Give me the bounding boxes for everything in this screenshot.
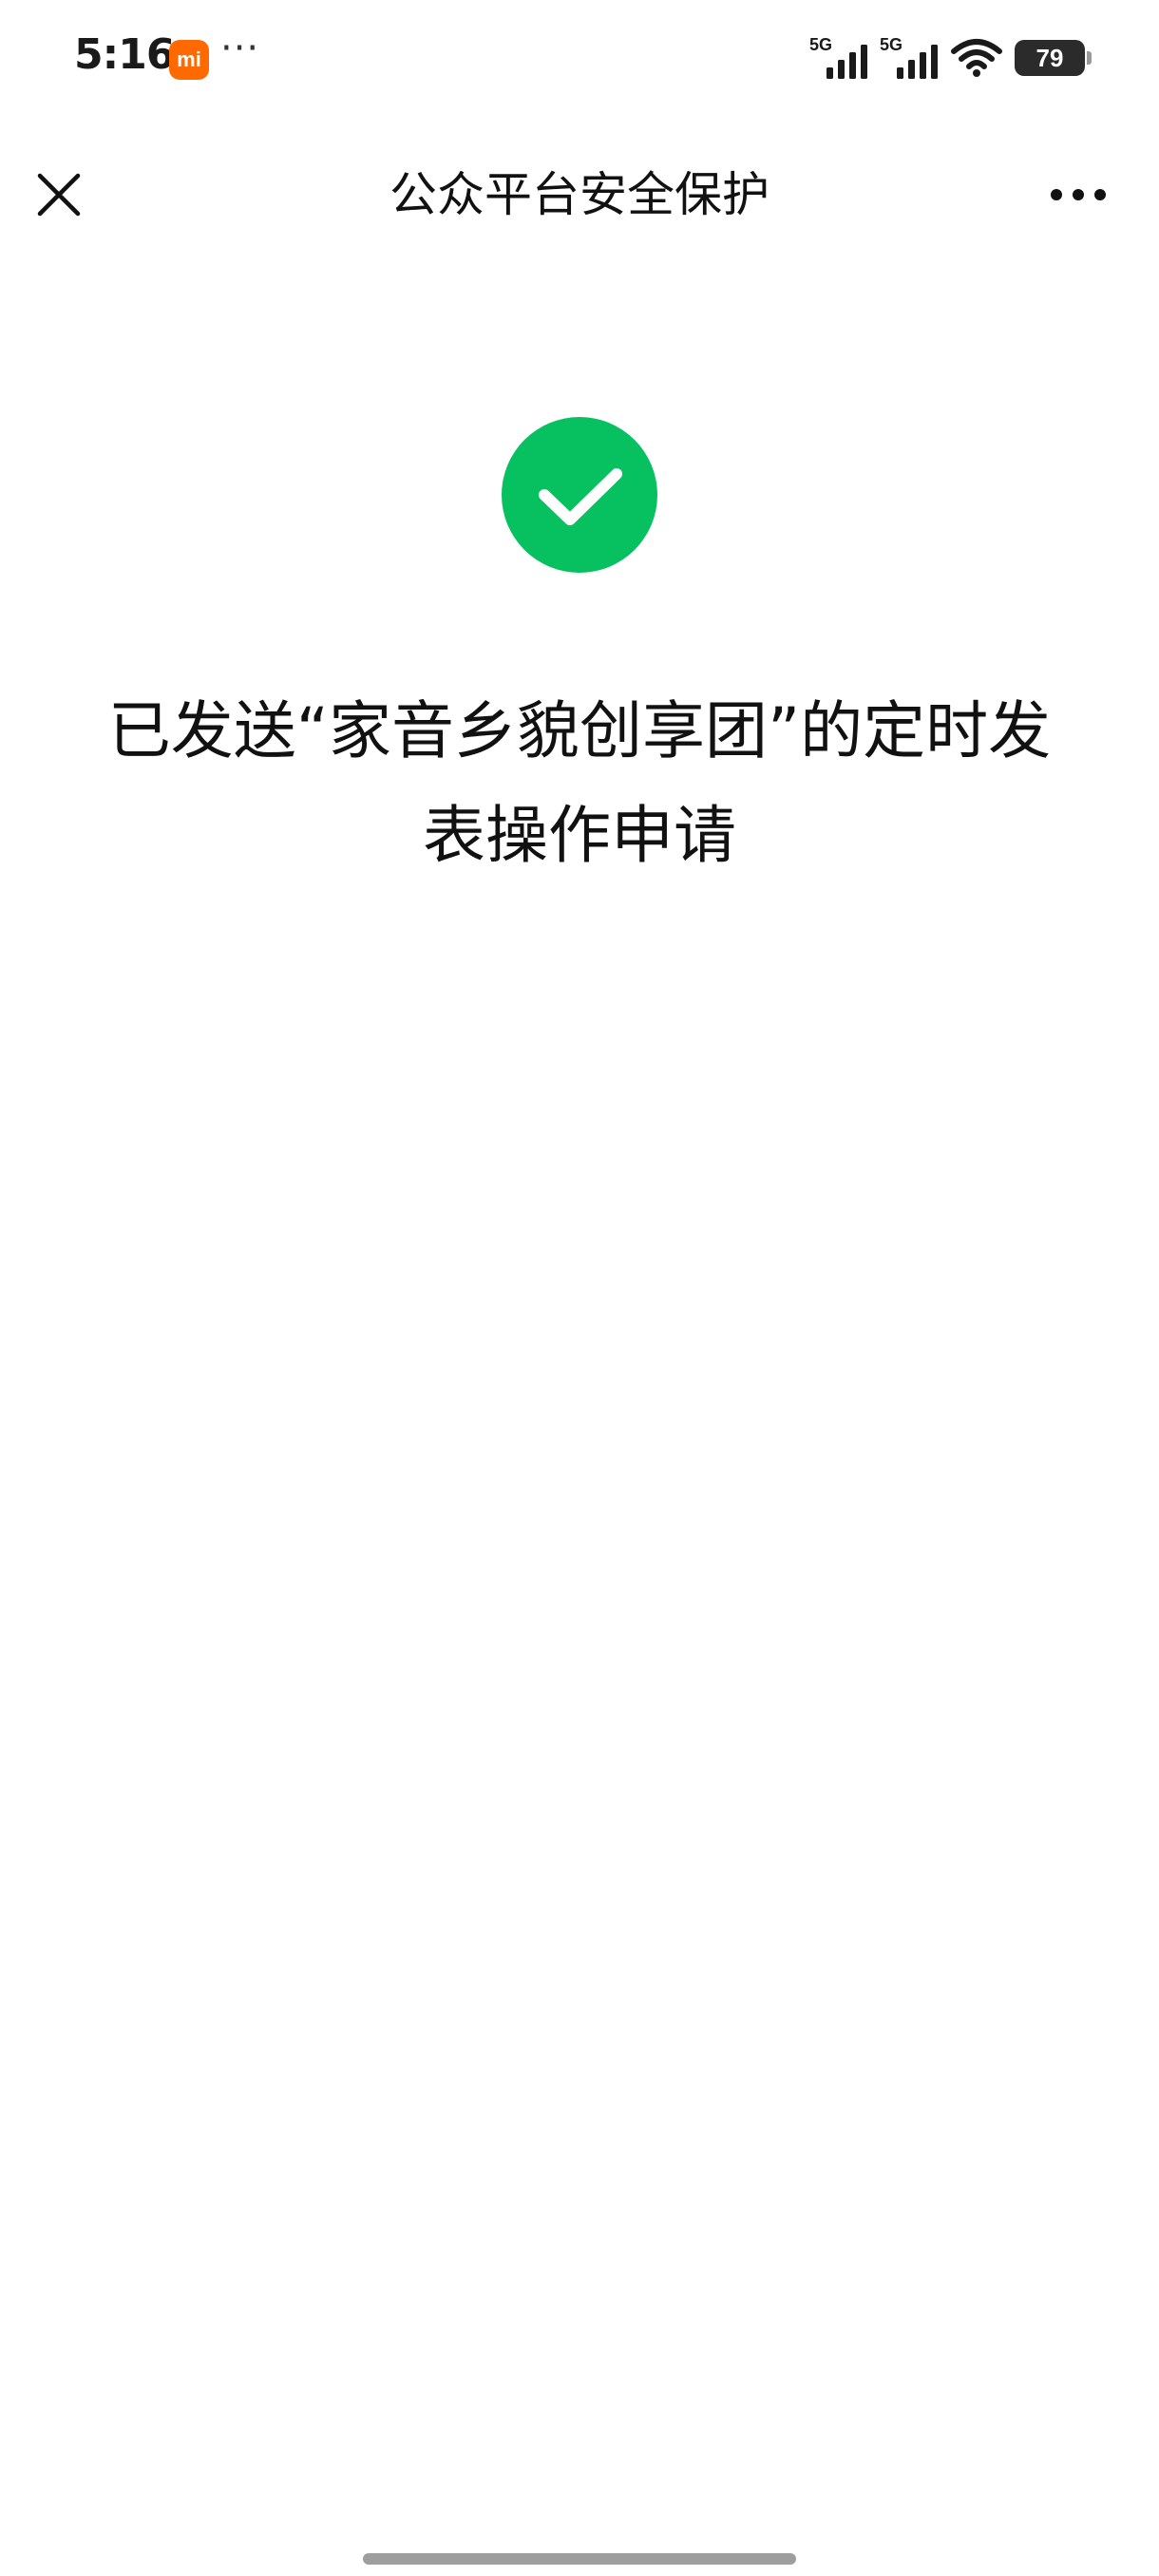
battery-icon: 79 — [1015, 40, 1092, 76]
close-icon — [37, 173, 81, 217]
cellular-signal-1-icon: 5G — [809, 35, 868, 79]
result-message: 已发送“家音乡貌创享团”的定时发表操作申请 — [107, 694, 1052, 872]
status-time: 5:16 — [74, 30, 175, 79]
success-check-icon — [502, 417, 657, 573]
more-icon — [1051, 189, 1106, 200]
success-circle — [502, 417, 657, 573]
signal-bars-icon — [897, 45, 938, 79]
status-bar: 5:16 mi ··· 5G 5G 79 — [0, 0, 1159, 119]
page-title: 公众平台安全保护 — [390, 167, 770, 222]
status-more-indicator: ··· — [220, 27, 260, 70]
home-indicator[interactable] — [363, 2553, 796, 2565]
xiaomi-app-badge-icon: mi — [169, 40, 209, 80]
cellular-signal-2-icon: 5G — [880, 35, 939, 79]
more-options-button[interactable] — [1036, 157, 1121, 233]
wifi-icon — [951, 39, 1002, 77]
signal-bars-icon — [826, 45, 867, 79]
navigation-bar: 公众平台安全保护 — [0, 133, 1159, 256]
status-indicators: 5G 5G 79 — [809, 34, 1092, 82]
close-button[interactable] — [21, 157, 97, 233]
